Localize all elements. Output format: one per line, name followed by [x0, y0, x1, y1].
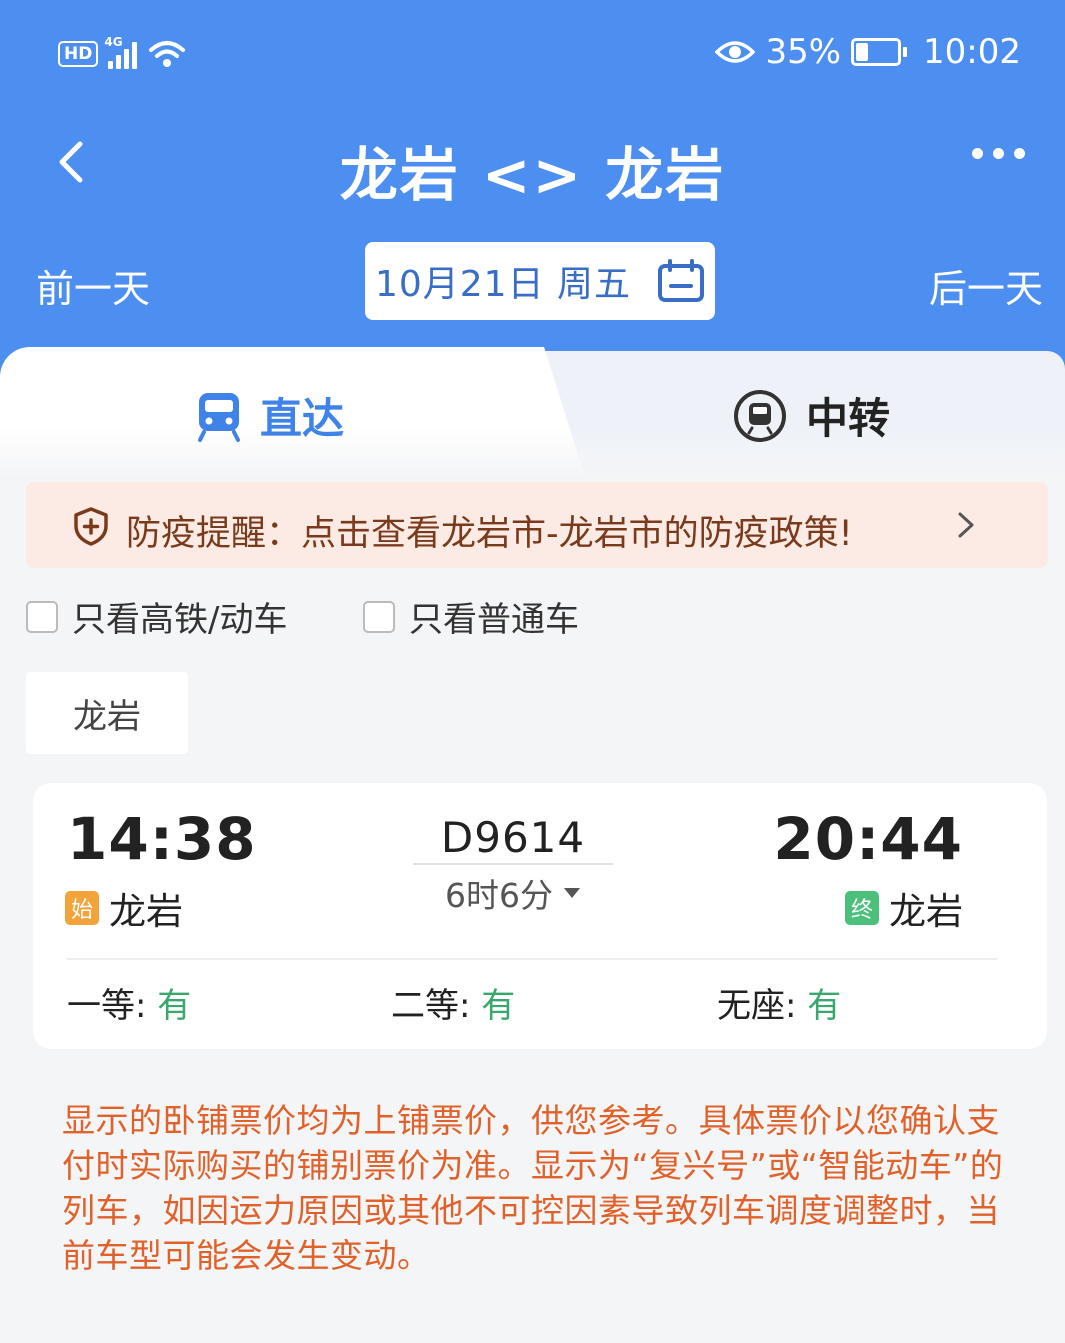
departure-station-name: 龙岩: [109, 890, 183, 933]
end-tag: 终: [845, 891, 879, 925]
dot-icon: [993, 148, 1004, 159]
tab-direct-label: 直达: [260, 394, 345, 443]
shield-plus-icon: [74, 507, 108, 546]
status-left: HD 4G: [58, 35, 187, 70]
checkbox[interactable]: [26, 600, 58, 633]
arrival-station: 终 龙岩: [845, 881, 963, 935]
seat-availability: 有: [807, 986, 842, 1026]
tab-direct[interactable]: 直达: [196, 385, 344, 446]
train-number: D9614: [440, 813, 586, 862]
tab-transfer-label: 中转: [806, 394, 891, 443]
network-type: 4G: [104, 35, 123, 49]
tab-fade: [0, 427, 1065, 477]
status-bar: HD 4G 35% 10:02: [0, 0, 1065, 110]
wifi-icon: [149, 41, 186, 67]
seat-class: 一等: [67, 986, 135, 1026]
title-row: 龙岩 <> 龙岩: [0, 120, 1065, 210]
seat-first-class: 一等: 有: [67, 986, 192, 1026]
fare-disclaimer: 显示的卧铺票价均为上铺票价，供您参考。具体票价以您确认支付时实际购买的铺别票价为…: [62, 1101, 1004, 1275]
duration-toggle[interactable]: 6时6分: [413, 869, 613, 917]
page-title: 龙岩 <> 龙岩: [339, 141, 726, 209]
tab-transfer[interactable]: 中转: [732, 385, 890, 446]
station-filter-chip[interactable]: 龙岩: [26, 672, 188, 754]
date-picker[interactable]: 10月21日 周五: [365, 242, 715, 320]
seat-class: 无座: [717, 986, 785, 1026]
seat-no-seat: 无座: 有: [717, 986, 842, 1026]
more-menu-button[interactable]: [972, 148, 1025, 159]
prev-day-button[interactable]: 前一天: [36, 258, 150, 313]
filter-label: 只看高铁/动车: [72, 600, 288, 640]
start-tag: 始: [65, 891, 99, 925]
filter-high-speed[interactable]: 只看高铁/动车: [26, 592, 287, 641]
departure-station: 始 龙岩: [65, 881, 183, 935]
chevron-right-icon: [958, 512, 974, 538]
seat-second-class: 二等: 有: [391, 986, 516, 1026]
seat-availability: 有: [157, 986, 192, 1026]
seat-class: 二等: [391, 986, 459, 1026]
battery-percent: 35%: [765, 32, 842, 72]
notice-text: 防疫提醒：点击查看龙岩市-龙岩市的防疫政策!: [126, 514, 853, 554]
departure-time: 14:38: [67, 805, 257, 873]
battery-icon: [851, 38, 908, 66]
filter-label: 只看普通车: [409, 600, 579, 640]
duration-text: 6时6分: [445, 876, 553, 915]
date-text: 10月21日 周五: [374, 264, 632, 305]
caret-down-icon: [564, 888, 580, 898]
train-number-underline: [413, 863, 613, 865]
calendar-icon: [658, 259, 705, 302]
status-right: 35% 10:02: [715, 32, 1021, 72]
transfer-train-icon: [734, 389, 786, 442]
date-row: 前一天 10月21日 周五 后一天: [0, 240, 1065, 320]
train-card[interactable]: 14:38 D9614 6时6分 20:44 始 龙岩 终 龙岩 一等: 有 二…: [33, 783, 1047, 1049]
hd-badge: HD: [58, 41, 99, 67]
arrival-time: 20:44: [773, 805, 963, 873]
signal-icon: 4G: [104, 35, 138, 69]
card-divider: [67, 958, 997, 960]
seat-availability: 有: [481, 986, 516, 1026]
tab-bar: 直达 中转: [0, 347, 1065, 477]
checkbox[interactable]: [363, 600, 395, 633]
eye-icon: [715, 41, 756, 63]
dot-icon: [972, 148, 983, 159]
filter-regular-train[interactable]: 只看普通车: [363, 592, 579, 641]
arrival-station-name: 龙岩: [889, 890, 963, 933]
train-icon: [198, 392, 240, 442]
clock: 10:02: [923, 32, 1021, 72]
next-day-button[interactable]: 后一天: [929, 258, 1043, 313]
header: HD 4G 35% 10:02 龙岩 <> 龙岩 前一天 10月21日 周五 后…: [0, 0, 1065, 390]
covid-notice-banner[interactable]: 防疫提醒：点击查看龙岩市-龙岩市的防疫政策!: [26, 482, 1048, 568]
dot-icon: [1014, 148, 1025, 159]
train-type-filters: 只看高铁/动车 只看普通车: [26, 592, 1026, 642]
